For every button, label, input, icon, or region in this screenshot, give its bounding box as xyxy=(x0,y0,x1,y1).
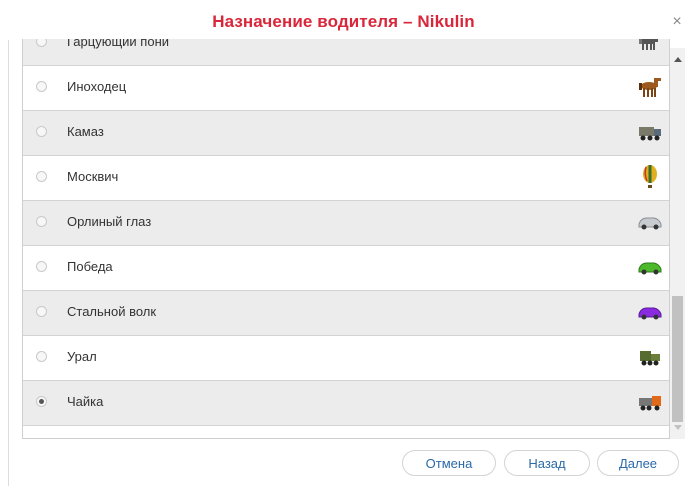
next-button[interactable]: Далее xyxy=(597,450,679,476)
radio-button[interactable] xyxy=(36,81,47,92)
silver-car-icon xyxy=(638,217,662,230)
list-item[interactable]: Чайка xyxy=(23,381,669,426)
pony-icon xyxy=(639,39,658,50)
list-item[interactable]: Орлиный глаз xyxy=(23,201,669,246)
vehicle-label: Орлиный глаз xyxy=(67,214,152,229)
scroll-down-arrow-icon[interactable] xyxy=(674,425,682,430)
vehicle-list: Гарцующий пони Иноходец Камаз Москвич Ор… xyxy=(22,39,670,439)
vertical-scrollbar[interactable] xyxy=(670,48,685,439)
green-car-icon xyxy=(638,262,662,275)
radio-button[interactable] xyxy=(36,306,47,317)
radio-button[interactable] xyxy=(36,126,47,137)
radio-button[interactable] xyxy=(36,351,47,362)
radio-button-selected[interactable] xyxy=(36,396,47,407)
radio-button[interactable] xyxy=(36,39,47,47)
vehicle-label: Гарцующий пони xyxy=(67,39,170,49)
orange-truck-icon xyxy=(639,396,661,411)
vehicle-label: Камаз xyxy=(67,124,104,139)
radio-button[interactable] xyxy=(36,171,47,182)
vehicle-label: Иноходец xyxy=(67,79,127,94)
vehicle-label: Чайка xyxy=(67,394,104,409)
purple-car-icon xyxy=(638,307,662,320)
dialog-title: Назначение водителя – Nikulin xyxy=(212,12,475,31)
scroll-thumb[interactable] xyxy=(672,296,683,422)
vehicle-label: Москвич xyxy=(67,169,119,184)
list-item[interactable]: Иноходец xyxy=(23,66,669,111)
list-item[interactable]: Гарцующий пони xyxy=(23,39,669,66)
list-item[interactable]: Победа xyxy=(23,246,669,291)
list-item[interactable]: Москвич xyxy=(23,156,669,201)
scroll-up-arrow-icon[interactable] xyxy=(674,57,682,62)
kamaz-truck-icon xyxy=(639,127,661,141)
assign-driver-dialog: Назначение водителя – Nikulin × Гарцующи… xyxy=(0,0,687,486)
list-item[interactable]: Урал xyxy=(23,336,669,381)
vehicle-label: Стальной волк xyxy=(67,304,157,319)
horse-icon xyxy=(639,78,661,97)
vehicle-label: Победа xyxy=(67,259,113,274)
list-item[interactable]: Камаз xyxy=(23,111,669,156)
dialog-border xyxy=(8,40,9,486)
vehicle-label: Урал xyxy=(67,349,97,364)
cancel-button[interactable]: Отмена xyxy=(402,450,496,476)
hot-air-balloon-icon xyxy=(643,165,657,188)
close-icon[interactable]: × xyxy=(670,14,684,30)
radio-button[interactable] xyxy=(36,216,47,227)
list-item[interactable]: Стальной волк xyxy=(23,291,669,336)
radio-button[interactable] xyxy=(36,261,47,272)
military-truck-icon xyxy=(640,351,660,366)
back-button[interactable]: Назад xyxy=(504,450,590,476)
